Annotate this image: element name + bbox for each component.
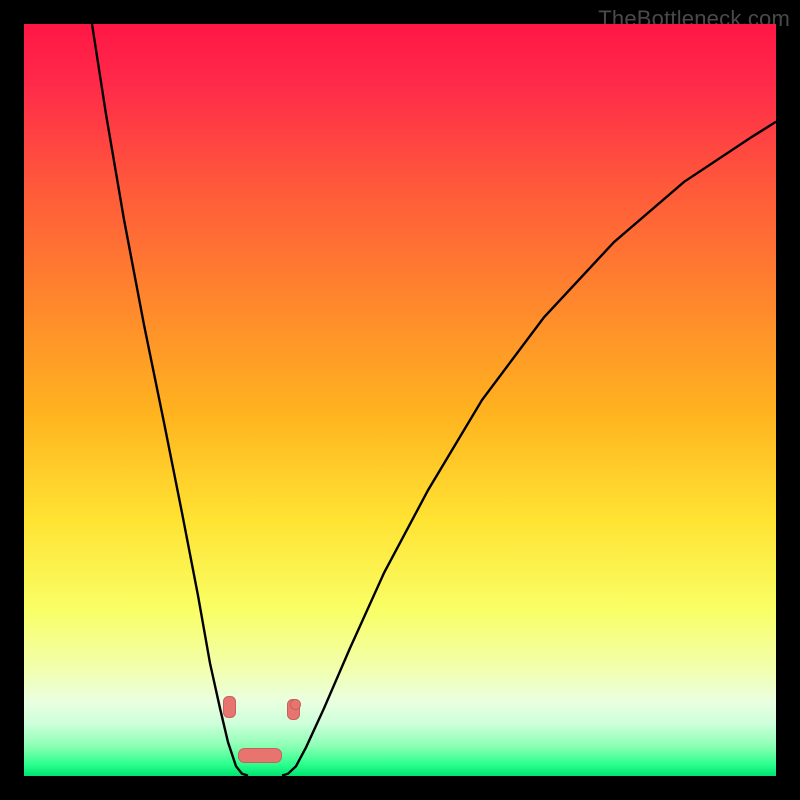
curve-left <box>92 24 248 776</box>
bottleneck-curve <box>24 24 776 776</box>
chart-frame: TheBottleneck.com <box>0 0 800 800</box>
curve-right <box>282 122 776 776</box>
plot-area <box>24 24 776 776</box>
